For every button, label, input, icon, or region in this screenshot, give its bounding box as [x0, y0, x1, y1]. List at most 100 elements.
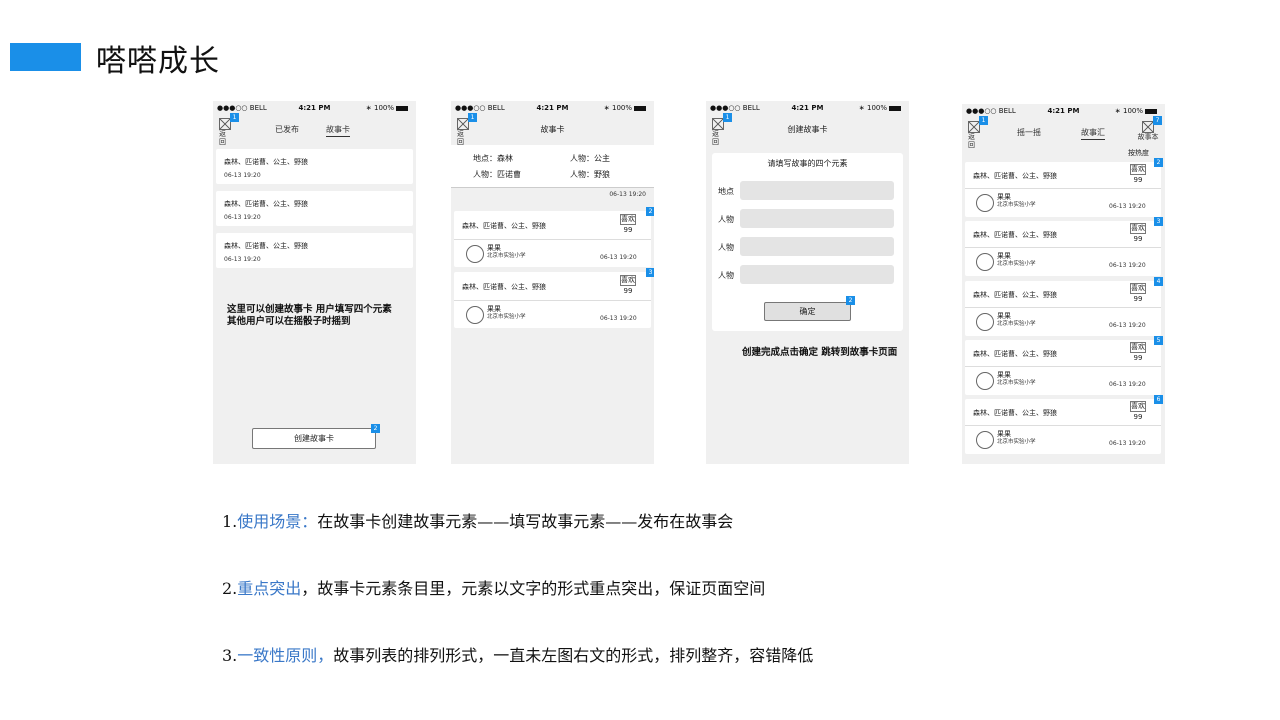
like-label: 喜欢: [620, 214, 636, 225]
post-elements: 森林、匹诺曹、公主、野狼: [973, 172, 1057, 180]
divider: [454, 300, 651, 301]
author-name: 果果: [487, 244, 501, 252]
author-school: 北京市实验小学: [487, 253, 526, 259]
story-post[interactable]: 森林、匹诺曹、公主、野狼 喜欢 99 果果 北京市实验小学 06-13 19:20: [965, 221, 1161, 276]
divider: [965, 366, 1161, 367]
slide-title: 嗒嗒成长: [96, 44, 220, 79]
annotation-badge: 1: [979, 116, 988, 125]
annotation-badge: 2: [371, 424, 380, 433]
tab-published[interactable]: 已发布: [275, 124, 299, 135]
author-name: 果果: [997, 371, 1011, 379]
like-count: 99: [1133, 176, 1143, 184]
story-card-item[interactable]: 森林、匹诺曹、公主、野狼 06-13 19:20: [216, 149, 413, 184]
battery-icon: [889, 105, 901, 111]
confirm-button[interactable]: 确定: [764, 302, 851, 321]
avatar: [976, 431, 994, 449]
like-button[interactable]: 喜欢 99: [620, 275, 636, 295]
like-count: 99: [1133, 354, 1143, 362]
annotation-badge: 3: [646, 268, 654, 277]
tab-story-collection[interactable]: 故事汇: [1081, 127, 1105, 140]
status-bar: ●●●○○ BELL 4:21 PM ∗ 100%: [706, 101, 909, 116]
like-count: 99: [1133, 413, 1143, 421]
field-label-person: 人物: [718, 271, 734, 280]
story-card-item[interactable]: 森林、匹诺曹、公主、野狼 06-13 19:20: [216, 233, 413, 268]
like-button[interactable]: 喜欢 99: [1130, 401, 1146, 421]
status-bar: ●●●○○ BELL 4:21 PM ∗ 100%: [962, 104, 1165, 119]
like-button[interactable]: 喜欢 99: [1130, 164, 1146, 184]
phone-mockup-published: ●●●○○ BELL 4:21 PM ∗ 100% 返回 1 已发布 故事卡 森…: [213, 101, 416, 464]
like-count: 99: [1133, 235, 1143, 243]
story-post[interactable]: 森林、匹诺曹、公主、野狼 喜欢 99 果果 北京市实验小学 06-13 19:20: [965, 399, 1161, 454]
post-time: 06-13 19:20: [1109, 440, 1146, 447]
battery-icon: [634, 105, 646, 111]
like-count: 99: [623, 287, 633, 295]
page-title: 故事卡: [540, 125, 565, 134]
like-label: 喜欢: [620, 275, 636, 286]
post-time: 06-13 19:20: [1109, 262, 1146, 269]
divider: [965, 425, 1161, 426]
author-school: 北京市实验小学: [997, 380, 1036, 386]
nav-bar: 返回 1 摇一摇 故事汇 故事本 7: [962, 116, 1165, 149]
story-post[interactable]: 森林、匹诺曹、公主、野狼 喜欢 99 果果 北京市实验小学 06-13 19:20: [965, 340, 1161, 395]
field-label-person: 人物: [718, 215, 734, 224]
author-info: 果果 北京市实验小学: [997, 371, 1036, 387]
story-detail-header: 地点：森林 人物：公主 人物：匹诺曹 人物：野狼: [451, 145, 654, 188]
post-elements: 森林、匹诺曹、公主、野狼: [973, 291, 1057, 299]
person-input-2[interactable]: [740, 237, 894, 256]
like-button[interactable]: 喜欢 99: [1130, 223, 1146, 243]
avatar: [976, 313, 994, 331]
divider: [965, 247, 1161, 248]
battery-icon: [1145, 108, 1157, 114]
story-post[interactable]: 森林、匹诺曹、公主、野狼 喜欢 99 果果 北京市实验小学 06-13 19:2…: [454, 211, 651, 267]
bullet-point: 2.重点突出，故事卡元素条目里，元素以文字的形式重点突出，保证页面空间: [222, 579, 766, 598]
post-time: 06-13 19:20: [1109, 203, 1146, 210]
author-school: 北京市实验小学: [997, 261, 1036, 267]
divider: [965, 188, 1161, 189]
annotation-badge: 1: [230, 113, 239, 122]
bluetooth-icon: ∗: [603, 104, 610, 112]
annotation-badge: 1: [723, 113, 732, 122]
bullet-point: 1.使用场景：在故事卡创建故事元素——填写故事元素——发布在故事会: [222, 512, 734, 531]
battery-indicator: ∗ 100%: [1115, 107, 1157, 115]
like-label: 喜欢: [1130, 342, 1146, 353]
nav-bar: 返回 1 故事卡: [451, 113, 654, 146]
storybook-label: 故事本: [1137, 133, 1159, 141]
story-post[interactable]: 森林、匹诺曹、公主、野狼 喜欢 99 果果 北京市实验小学 06-13 19:20: [965, 162, 1161, 217]
annotation-badge: 5: [1154, 336, 1163, 345]
person-input-1[interactable]: [740, 209, 894, 228]
avatar: [976, 253, 994, 271]
like-button[interactable]: 喜欢 99: [620, 214, 636, 234]
create-story-card-button[interactable]: 创建故事卡: [252, 428, 376, 449]
annotation-badge: 2: [646, 207, 654, 216]
annotation-badge: 6: [1154, 395, 1163, 404]
card-elements: 森林、匹诺曹、公主、野狼: [224, 242, 308, 250]
status-bar: ●●●○○ BELL 4:21 PM ∗ 100%: [451, 101, 654, 116]
battery-icon: [396, 105, 408, 111]
story-post[interactable]: 森林、匹诺曹、公主、野狼 喜欢 99 果果 北京市实验小学 06-13 19:20: [965, 281, 1161, 336]
place-input[interactable]: [740, 181, 894, 200]
tab-shake[interactable]: 摇一摇: [1017, 127, 1041, 138]
avatar: [466, 245, 484, 263]
post-time: 06-13 19:20: [600, 254, 637, 261]
story-card-item[interactable]: 森林、匹诺曹、公主、野狼 06-13 19:20: [216, 191, 413, 226]
card-time: 06-13 19:20: [224, 172, 261, 179]
post-time: 06-13 19:20: [1109, 322, 1146, 329]
like-button[interactable]: 喜欢 99: [1130, 342, 1146, 362]
story-post[interactable]: 森林、匹诺曹、公主、野狼 喜欢 99 果果 北京市实验小学 06-13 19:2…: [454, 272, 651, 328]
post-elements: 森林、匹诺曹、公主、野狼: [462, 222, 546, 230]
annotation-note: 这里可以创建故事卡 用户填写四个元素 其他用户可以在摇骰子时摇到: [227, 304, 392, 327]
card-time: 06-13 19:20: [224, 256, 261, 263]
sort-by-popularity[interactable]: 按热度: [1128, 148, 1149, 158]
person-input-3[interactable]: [740, 265, 894, 284]
bluetooth-icon: ∗: [365, 104, 372, 112]
author-name: 果果: [487, 305, 501, 313]
detail-person: 人物：公主: [570, 154, 610, 163]
title-accent-bar: [10, 43, 81, 71]
like-label: 喜欢: [1130, 401, 1146, 412]
nav-bar: 返回 1 创建故事卡: [706, 113, 909, 146]
annotation-badge: 4: [1154, 277, 1163, 286]
tab-story-card[interactable]: 故事卡: [326, 124, 350, 137]
card-time: 06-13 19:20: [224, 214, 261, 221]
like-button[interactable]: 喜欢 99: [1130, 283, 1146, 303]
like-count: 99: [623, 226, 633, 234]
